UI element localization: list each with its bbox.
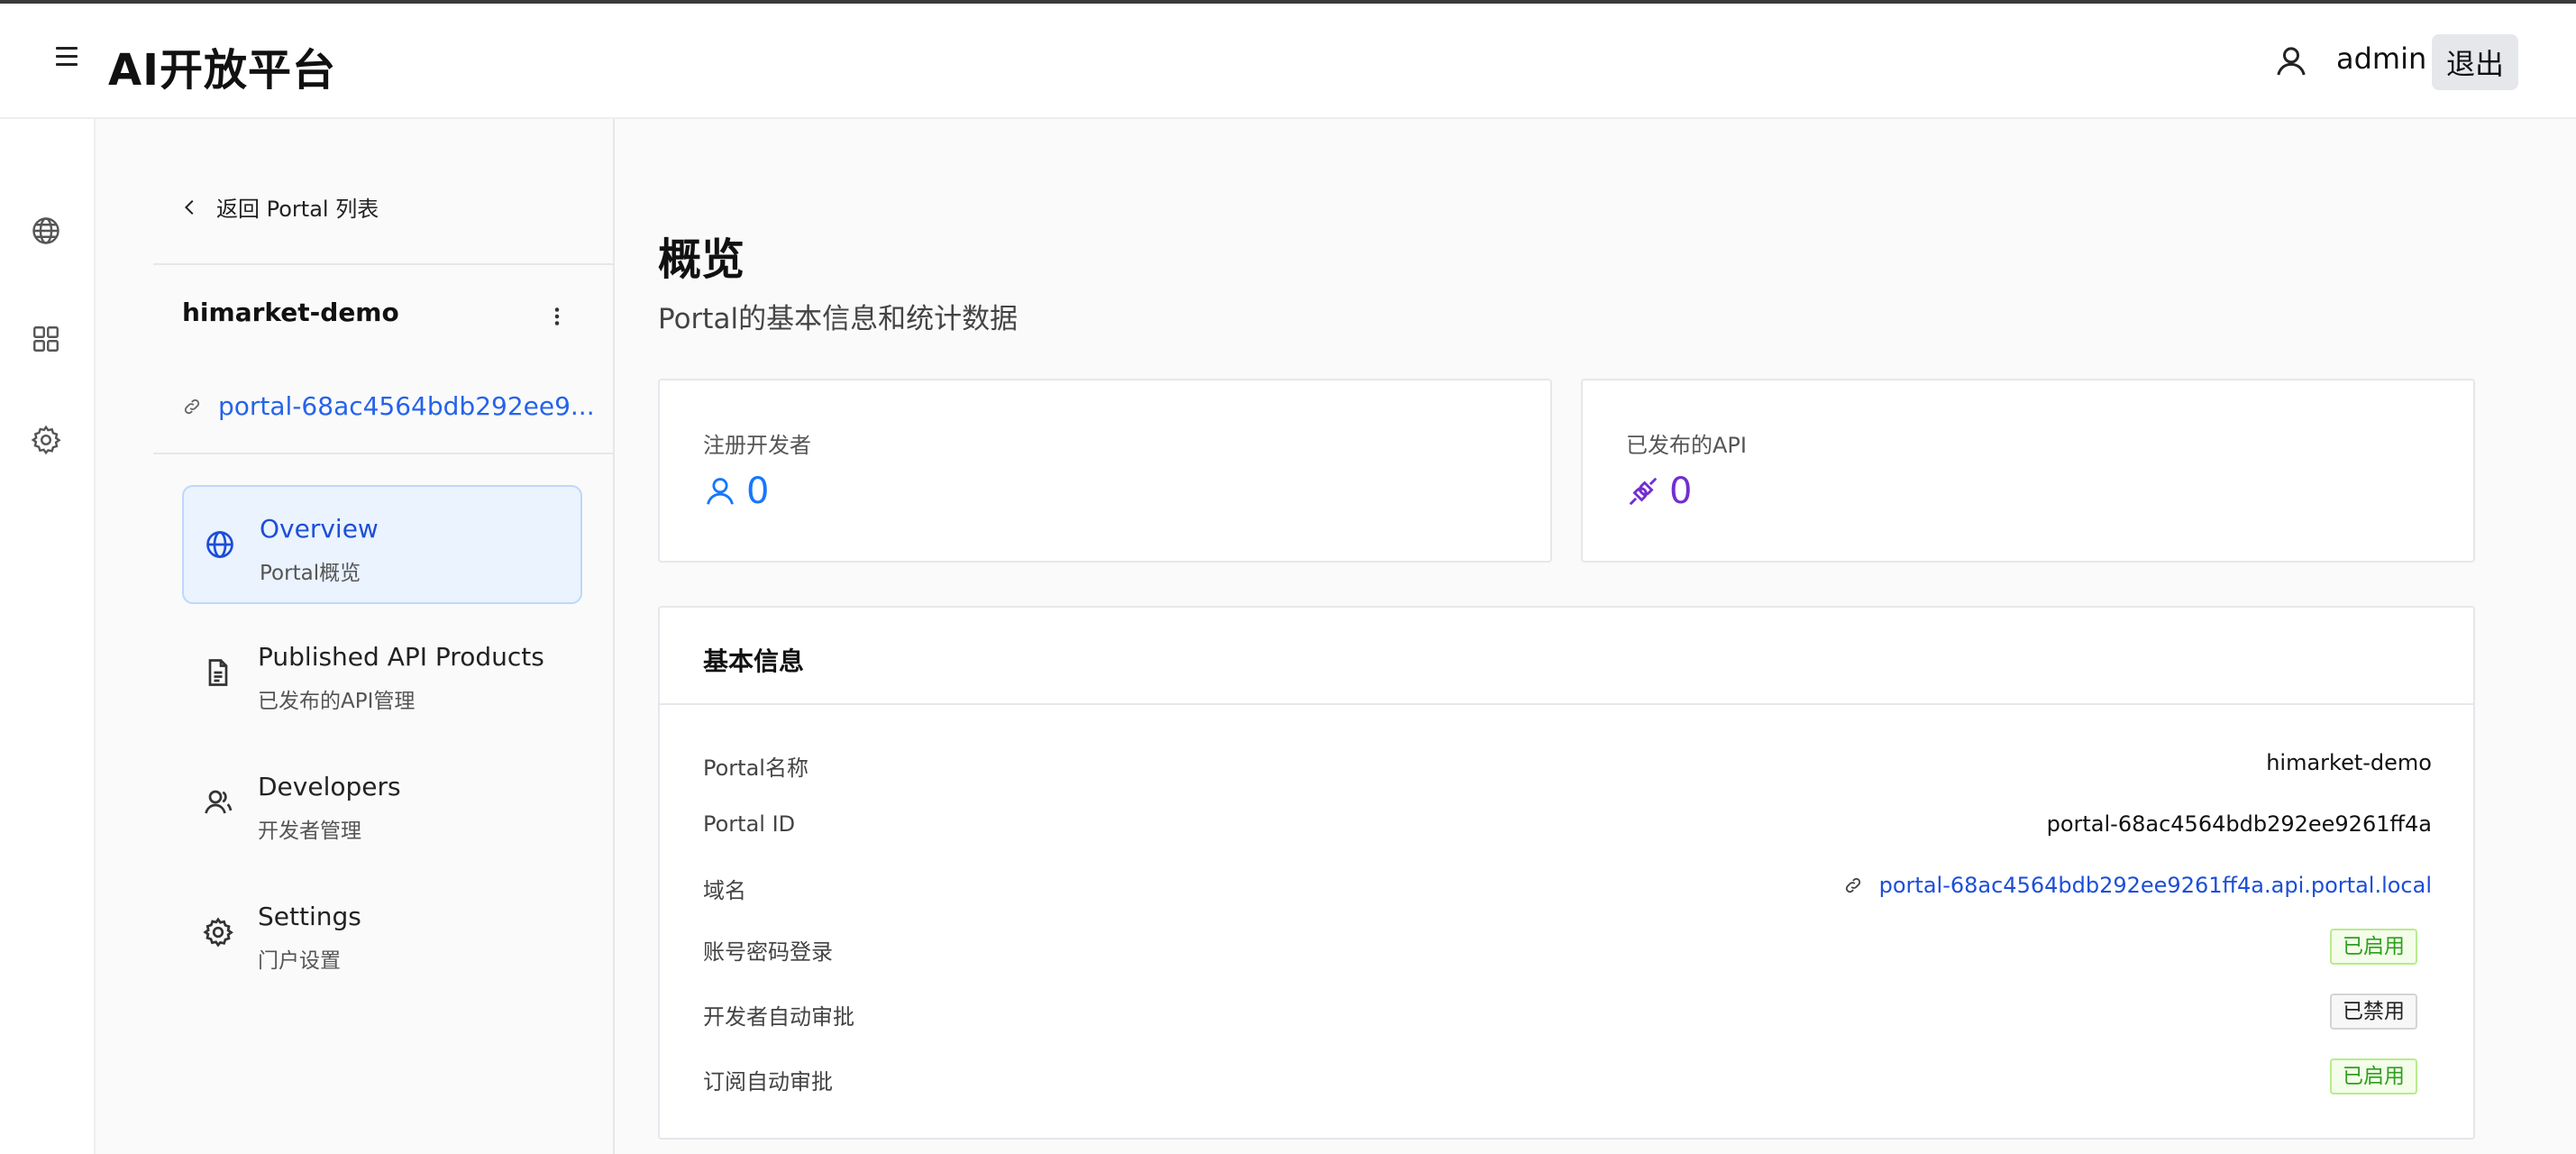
sidebar-item-title: Developers <box>258 772 401 801</box>
sidebar-item-overview[interactable]: Overview Portal概览 <box>182 485 582 604</box>
portal-domain-link[interactable]: portal-68ac4564bdb292ee9... <box>182 391 597 421</box>
app-title: AI开放平台 <box>108 45 337 96</box>
api-plug-icon <box>1629 477 1658 506</box>
back-to-portal-list-link[interactable]: 返回 Portal 列表 <box>180 191 379 223</box>
hamburger-menu-icon[interactable] <box>56 47 78 69</box>
stat-card-published-apis: 已发布的API 0 <box>1581 379 2475 563</box>
domain-link[interactable]: portal-68ac4564bdb292ee9261ff4a.api.port… <box>1843 873 2432 898</box>
chevron-left-icon <box>184 199 194 215</box>
info-value: himarket-demo <box>2266 750 2432 775</box>
basic-info-card: 基本信息 Portal名称 himarket-demo Portal ID po… <box>658 606 2475 1140</box>
info-label: Portal名称 <box>703 756 808 781</box>
stat-card-developers: 注册开发者 0 <box>658 379 1552 563</box>
sidebar-item-settings[interactable]: Settings 门户设置 <box>182 875 582 994</box>
sidebar-item-developers[interactable]: Developers 开发者管理 <box>182 745 582 864</box>
info-row-password-login: 账号密码登录 已启用 <box>703 929 2432 965</box>
domain-link-label: portal-68ac4564bdb292ee9261ff4a.api.port… <box>1878 873 2432 898</box>
sidebar-item-title: Published API Products <box>258 642 544 672</box>
info-row-subscription-auto-approve: 订阅自动审批 已启用 <box>703 1058 2432 1094</box>
sidebar-item-title: Overview <box>260 514 379 544</box>
info-label: 账号密码登录 <box>703 939 833 965</box>
status-badge-enabled: 已启用 <box>2330 1058 2417 1094</box>
stat-label: 注册开发者 <box>703 433 811 458</box>
info-row-portal-id: Portal ID portal-68ac4564bdb292ee9261ff4… <box>703 806 2432 842</box>
stat-value: 0 <box>1669 471 1693 512</box>
link-icon <box>1845 877 1860 893</box>
info-label: Portal ID <box>703 811 796 837</box>
info-row-domain: 域名 portal-68ac4564bdb292ee9261ff4a.api.p… <box>703 867 2432 903</box>
sidebar-item-title: Settings <box>258 902 361 931</box>
sidebar-item-subtitle: 门户设置 <box>258 949 341 973</box>
username-label: admin <box>2336 41 2427 76</box>
gear-icon <box>203 917 233 948</box>
status-badge-disabled: 已禁用 <box>2330 994 2417 1030</box>
divider <box>153 263 615 265</box>
stat-label: 已发布的API <box>1626 433 1747 458</box>
user-icon <box>2277 47 2306 76</box>
status-badge-enabled: 已启用 <box>2330 929 2417 965</box>
sidebar-item-published-api-products[interactable]: Published API Products 已发布的API管理 <box>182 615 582 734</box>
grid-icon[interactable] <box>30 323 62 355</box>
user-icon <box>707 478 734 505</box>
info-row-portal-name: Portal名称 himarket-demo <box>703 745 2432 781</box>
logout-button[interactable]: 退出 <box>2432 34 2518 90</box>
portal-link-label: portal-68ac4564bdb292ee9... <box>218 391 595 421</box>
gear-icon[interactable] <box>30 424 62 456</box>
top-header: AI开放平台 admin 退出 <box>0 4 2576 119</box>
sidebar-item-subtitle: Portal概览 <box>260 562 361 585</box>
info-label: 开发者自动审批 <box>703 1004 854 1030</box>
back-link-label: 返回 Portal 列表 <box>216 197 379 222</box>
more-options-icon[interactable] <box>546 303 568 330</box>
page-title: 概览 <box>658 234 745 285</box>
card-title: 基本信息 <box>703 646 805 676</box>
link-icon <box>184 398 200 414</box>
portal-sidebar: 返回 Portal 列表 himarket-demo portal-68ac45… <box>96 119 615 1154</box>
stat-value: 0 <box>746 471 770 512</box>
info-row-developer-auto-approve: 开发者自动审批 已禁用 <box>703 994 2432 1030</box>
sidebar-item-subtitle: 已发布的API管理 <box>258 690 416 713</box>
page-subtitle: Portal的基本信息和统计数据 <box>658 303 1019 335</box>
document-icon <box>208 659 228 686</box>
info-value: portal-68ac4564bdb292ee9261ff4a <box>2046 811 2432 837</box>
users-icon <box>205 790 233 814</box>
sidebar-item-subtitle: 开发者管理 <box>258 820 361 843</box>
info-label: 订阅自动审批 <box>703 1069 833 1094</box>
globe-icon <box>206 531 233 558</box>
icon-rail <box>0 119 96 1154</box>
card-header: 基本信息 <box>660 608 2473 705</box>
divider <box>153 453 615 454</box>
portal-name: himarket-demo <box>182 298 399 327</box>
info-label: 域名 <box>703 878 746 903</box>
globe-icon[interactable] <box>30 215 62 247</box>
